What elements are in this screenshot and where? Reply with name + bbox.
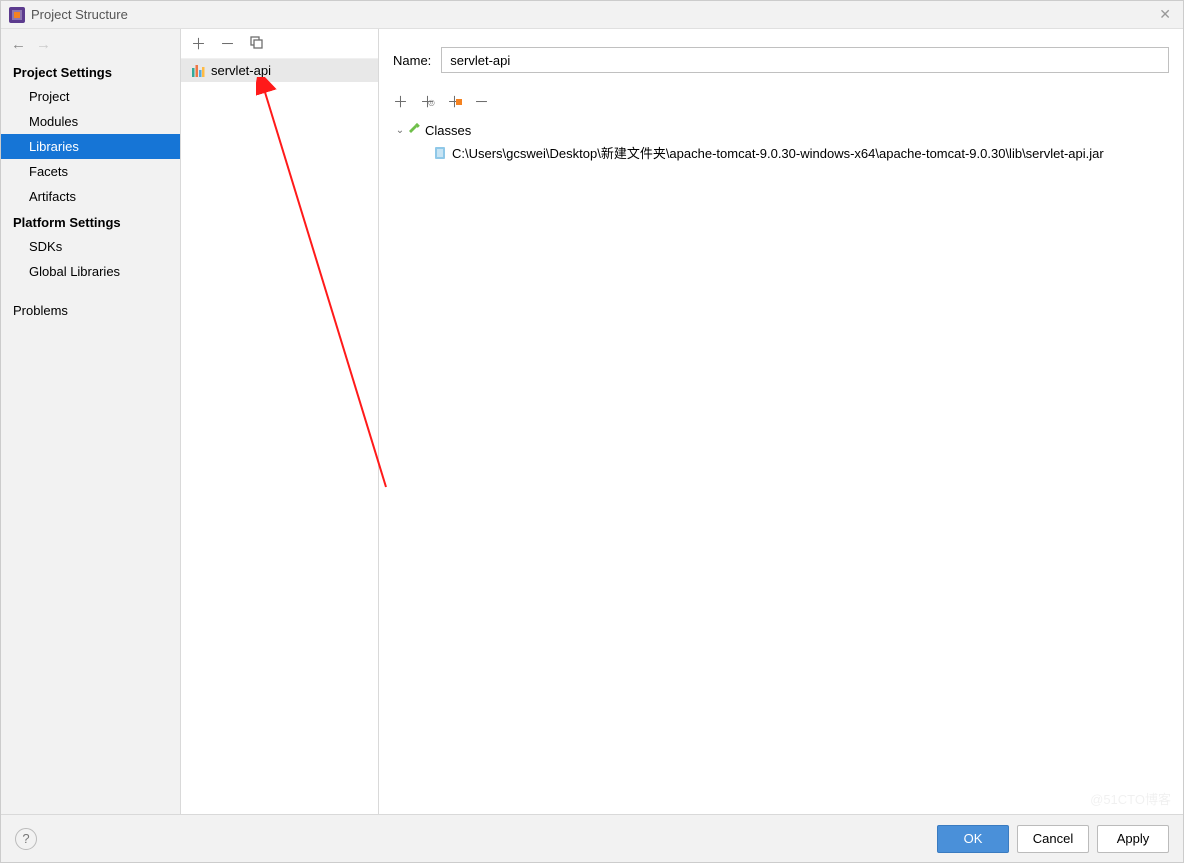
project-settings-header: Project Settings	[1, 59, 180, 84]
tree-classes-label: Classes	[425, 123, 471, 138]
name-input[interactable]	[441, 47, 1169, 73]
library-item[interactable]: servlet-api	[181, 59, 378, 82]
classpath-toolbar: ＋ ＋◎ ＋ －	[393, 89, 1169, 118]
ok-button[interactable]: OK	[937, 825, 1009, 853]
tree-classes-node[interactable]: ⌄ Classes	[393, 120, 1169, 141]
copy-icon[interactable]	[249, 35, 263, 53]
name-row: Name:	[393, 47, 1169, 73]
forward-arrow-icon[interactable]: →	[36, 36, 51, 53]
tree-jar-path: C:\Users\gcswei\Desktop\新建文件夹\apache-tom…	[452, 143, 1104, 162]
add-module-icon[interactable]: ＋◎	[420, 91, 435, 112]
main-area: ← → Project Settings Project Modules Lib…	[1, 29, 1183, 814]
close-icon[interactable]: ✕	[1155, 6, 1175, 23]
sidebar-item-libraries[interactable]: Libraries	[1, 134, 180, 159]
add-icon[interactable]: ＋	[191, 33, 206, 54]
platform-settings-header: Platform Settings	[1, 209, 180, 234]
jar-icon	[433, 146, 447, 160]
sidebar: ← → Project Settings Project Modules Lib…	[1, 29, 181, 814]
cancel-button[interactable]: Cancel	[1017, 825, 1089, 853]
sidebar-item-facets[interactable]: Facets	[1, 159, 180, 184]
help-icon[interactable]: ?	[15, 828, 37, 850]
sidebar-item-global-libraries[interactable]: Global Libraries	[1, 259, 180, 284]
sidebar-item-sdks[interactable]: SDKs	[1, 234, 180, 259]
sidebar-item-project[interactable]: Project	[1, 84, 180, 109]
classpath-tree: ⌄ Classes C:\Users\gcswei\Desktop\新建文件夹\…	[393, 118, 1169, 166]
remove-root-icon[interactable]: －	[474, 91, 489, 112]
tree-jar-item[interactable]: C:\Users\gcswei\Desktop\新建文件夹\apache-tom…	[393, 141, 1169, 164]
library-list-panel: ＋ － servlet-api	[181, 29, 379, 814]
sidebar-item-problems[interactable]: Problems	[1, 298, 180, 323]
name-label: Name:	[393, 53, 431, 68]
app-icon	[9, 7, 25, 23]
hammer-icon	[407, 122, 421, 139]
sidebar-item-artifacts[interactable]: Artifacts	[1, 184, 180, 209]
details-panel: Name: ＋ ＋◎ ＋ － ⌄ Classes	[379, 29, 1183, 814]
apply-button[interactable]: Apply	[1097, 825, 1169, 853]
footer: ? OK Cancel Apply	[1, 814, 1183, 862]
library-toolbar: ＋ －	[181, 29, 378, 59]
library-icon	[191, 64, 205, 78]
add-framework-icon[interactable]: ＋	[447, 91, 462, 112]
remove-icon[interactable]: －	[220, 33, 235, 54]
back-arrow-icon[interactable]: ←	[11, 36, 26, 53]
library-list: servlet-api	[181, 59, 378, 814]
sidebar-nav: ← →	[1, 29, 180, 59]
sidebar-item-modules[interactable]: Modules	[1, 109, 180, 134]
library-item-label: servlet-api	[211, 63, 271, 78]
titlebar: Project Structure ✕	[1, 1, 1183, 29]
chevron-down-icon[interactable]: ⌄	[393, 125, 407, 136]
window-title: Project Structure	[31, 7, 1155, 22]
add-root-icon[interactable]: ＋	[393, 91, 408, 112]
